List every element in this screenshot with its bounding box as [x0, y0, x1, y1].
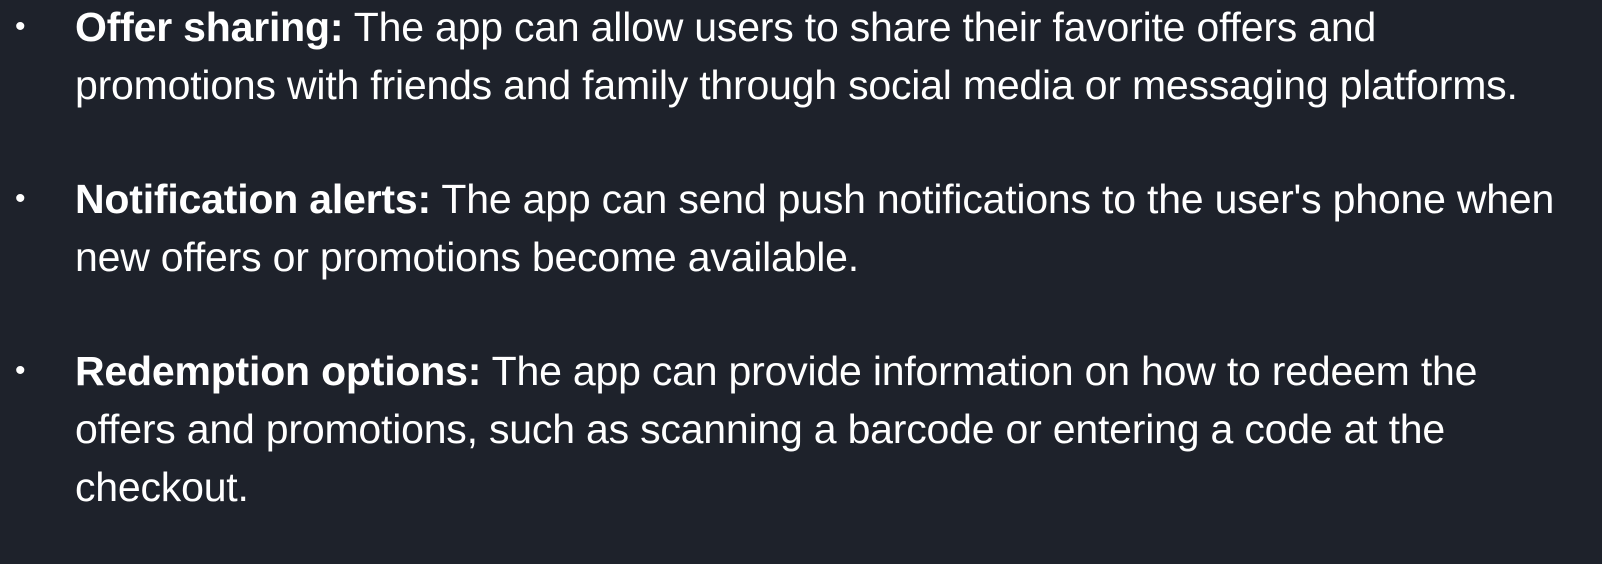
list-item-notification-alerts: • Notification alerts: The app can send … [0, 170, 1602, 286]
item-term: Redemption options: [75, 348, 482, 394]
bullet-icon: • [15, 354, 26, 387]
item-term: Offer sharing: [75, 4, 344, 50]
list-item-redemption-options: • Redemption options: The app can provid… [0, 342, 1602, 516]
item-term: Notification alerts: [75, 176, 431, 222]
bullet-icon: • [15, 182, 26, 215]
feature-bullet-list: • Offer sharing: The app can allow users… [0, 0, 1602, 516]
list-item-offer-sharing: • Offer sharing: The app can allow users… [0, 0, 1602, 114]
bullet-icon: • [15, 10, 26, 43]
